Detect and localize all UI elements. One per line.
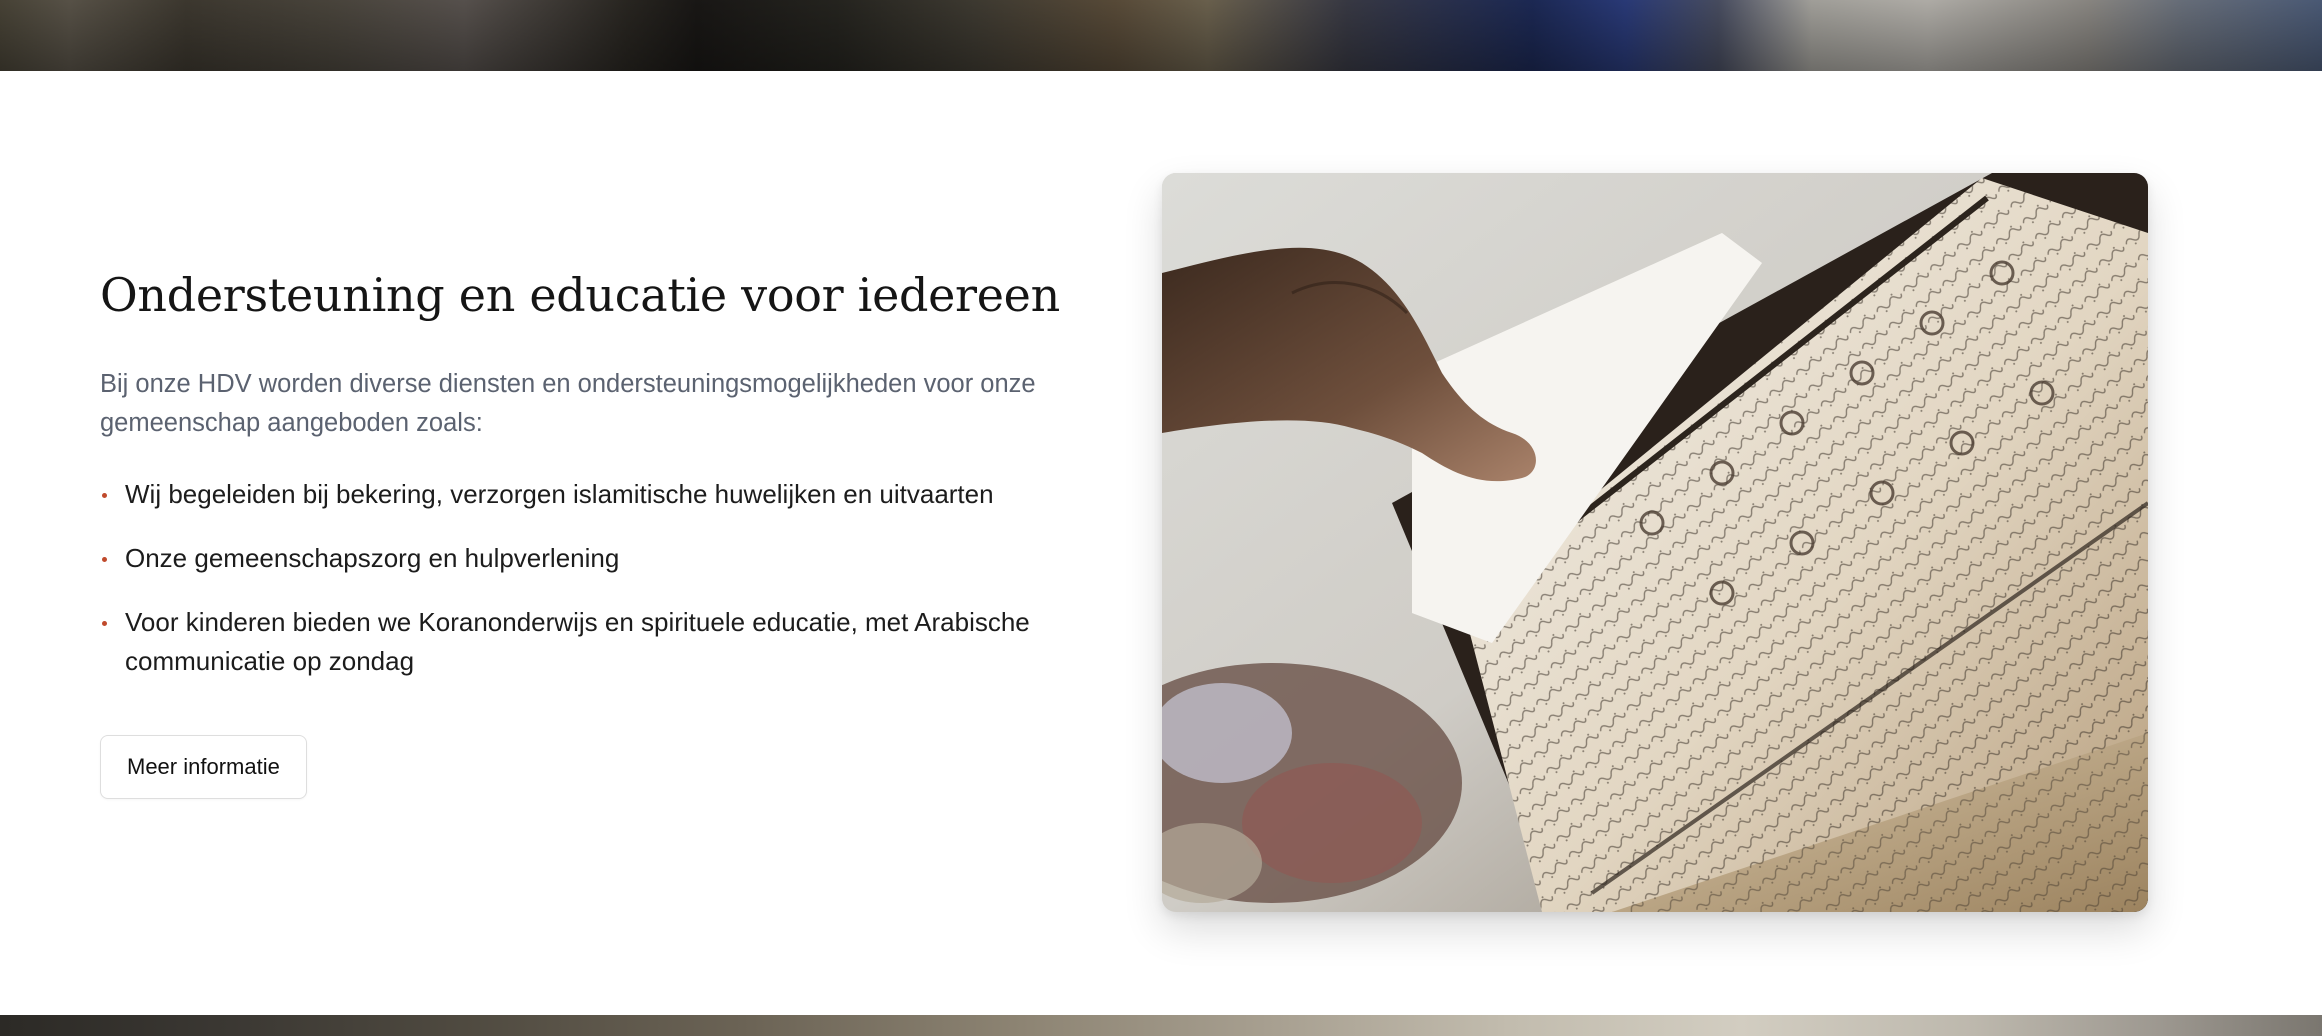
services-text-column: Ondersteuning en educatie voor iedereen … xyxy=(100,268,1080,800)
more-info-button[interactable]: Meer informatie xyxy=(100,735,307,800)
list-item: Onze gemeenschapszorg en hulpverlening xyxy=(100,539,1080,578)
list-item: Wij begeleiden bij bekering, verzorgen i… xyxy=(100,475,1080,514)
list-item-text: Voor kinderen bieden we Koranonderwijs e… xyxy=(125,607,1030,677)
list-item: Voor kinderen bieden we Koranonderwijs e… xyxy=(100,603,1080,681)
quran-image xyxy=(1162,173,2148,912)
services-list: Wij begeleiden bij bekering, verzorgen i… xyxy=(100,475,1080,681)
bullet-dot-icon xyxy=(102,621,107,627)
open-book-illustration xyxy=(1162,173,2148,912)
bullet-dot-icon xyxy=(102,493,107,499)
bullet-dot-icon xyxy=(102,557,107,563)
list-item-text: Wij begeleiden bij bekering, verzorgen i… xyxy=(125,479,994,510)
section-intro: Bij onze HDV worden diverse diensten en … xyxy=(100,370,1036,438)
hero-photo-strip-top xyxy=(0,0,2322,71)
list-item-text: Onze gemeenschapszorg en hulpverlening xyxy=(125,543,620,574)
section-heading: Ondersteuning en educatie voor iedereen xyxy=(100,268,1060,322)
photo-strip-bottom xyxy=(0,1015,2322,1036)
